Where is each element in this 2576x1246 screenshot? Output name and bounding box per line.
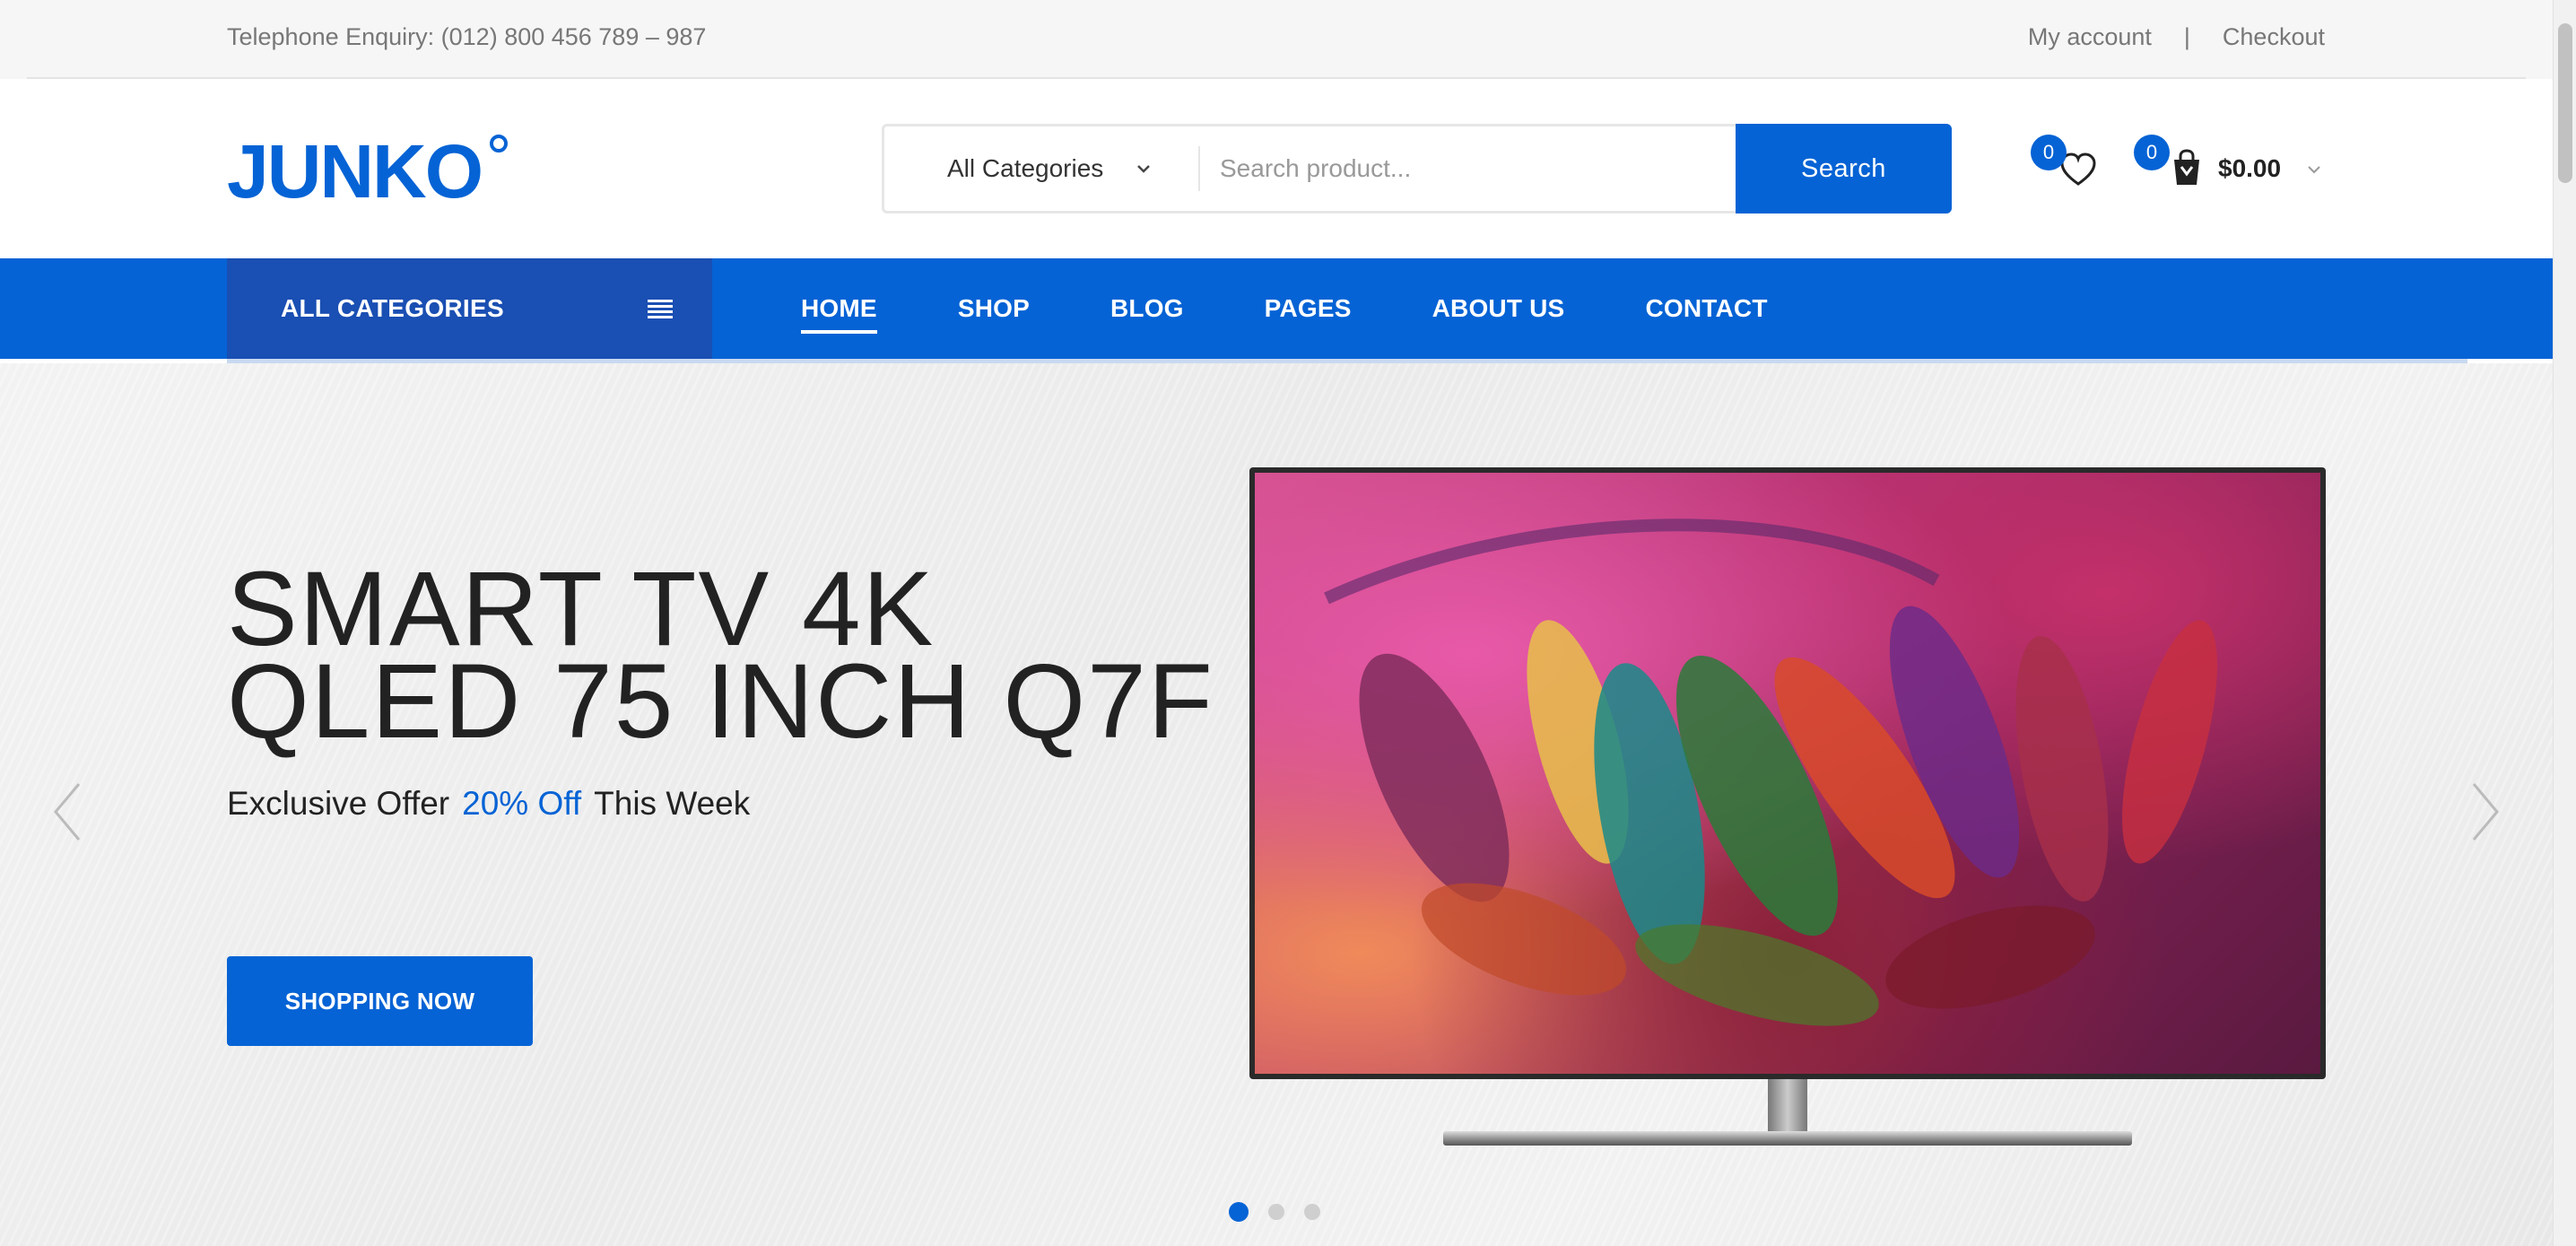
svg-text:JUNKO: JUNKO (227, 135, 482, 206)
search-box: All Categories Search (882, 124, 1952, 213)
wishlist-count-badge: 0 (2031, 135, 2067, 170)
hamburger-icon (648, 300, 673, 318)
arrow-right-icon[interactable] (2467, 780, 2502, 843)
all-categories-button[interactable]: ALL CATEGORIES (227, 258, 712, 359)
menu: HOME SHOP BLOG PAGES ABOUT US CONTACT (801, 258, 1849, 359)
cart-count-badge: 0 (2134, 135, 2170, 170)
nav-item-home[interactable]: HOME (801, 258, 877, 359)
hero-title-line2: QLED 75 INCH Q7F (227, 642, 1214, 761)
feathers-artwork (1324, 518, 2217, 1026)
tv-stand-base (1443, 1131, 2132, 1146)
tv-stand-neck (1768, 1079, 1807, 1135)
hero-subtitle: Exclusive Offer 20% Off This Week (227, 785, 750, 823)
top-links-separator: | (2183, 23, 2190, 50)
hero-sub-suffix: This Week (594, 785, 751, 822)
cart-button[interactable]: 0 $0.00 (2128, 135, 2344, 197)
search-divider (1198, 146, 1200, 191)
top-bar: Telephone Enquiry: (012) 800 456 789 – 9… (0, 0, 2553, 79)
nav-item-shop[interactable]: SHOP (958, 258, 1030, 359)
nav-item-about-us[interactable]: ABOUT US (1432, 258, 1565, 359)
checkout-link[interactable]: Checkout (2223, 23, 2325, 51)
arrow-left-icon[interactable] (50, 780, 86, 843)
all-categories-label: ALL CATEGORIES (281, 294, 504, 322)
chevron-down-icon (2308, 166, 2320, 174)
nav-item-blog[interactable]: BLOG (1110, 258, 1184, 359)
top-links: My account | Checkout (2028, 23, 2325, 51)
slider-dot-2[interactable] (1268, 1204, 1284, 1220)
nav-item-contact[interactable]: CONTACT (1645, 258, 1767, 359)
telephone-enquiry: Telephone Enquiry: (012) 800 456 789 – 9… (227, 23, 707, 50)
slider-dot-3[interactable] (1304, 1204, 1320, 1220)
junko-logo[interactable]: JUNKO (227, 135, 523, 206)
hero-slider: SMART TV 4K QLED 75 INCH Q7F Exclusive O… (0, 363, 2553, 1246)
category-select[interactable]: All Categories (947, 126, 1155, 211)
tv-frame (1249, 467, 2326, 1079)
nav-item-pages[interactable]: PAGES (1265, 258, 1352, 359)
main-navigation: ALL CATEGORIES HOME SHOP BLOG PAGES ABOU… (0, 258, 2553, 359)
slider-pagination (1229, 1202, 1340, 1222)
search-button[interactable]: Search (1736, 124, 1952, 213)
hero-sub-highlight: 20% Off (462, 785, 582, 822)
tv-screen (1255, 473, 2320, 1074)
category-select-value: All Categories (947, 154, 1104, 182)
tv-product-image (1249, 467, 2326, 1160)
scrollbar-thumb[interactable] (2558, 23, 2572, 183)
page-scrollbar[interactable] (2553, 0, 2576, 1246)
shopping-now-button[interactable]: SHOPPING NOW (227, 956, 533, 1046)
search-input[interactable] (1220, 144, 1722, 193)
cart-total: $0.00 (2218, 154, 2282, 182)
slider-dot-1[interactable] (1229, 1202, 1249, 1222)
wishlist-button[interactable]: 0 (2015, 135, 2096, 197)
hero-sub-prefix: Exclusive Offer (227, 785, 450, 822)
my-account-link[interactable]: My account (2028, 23, 2152, 51)
cart-icon (2174, 149, 2199, 185)
chevron-down-icon (1137, 165, 1151, 173)
